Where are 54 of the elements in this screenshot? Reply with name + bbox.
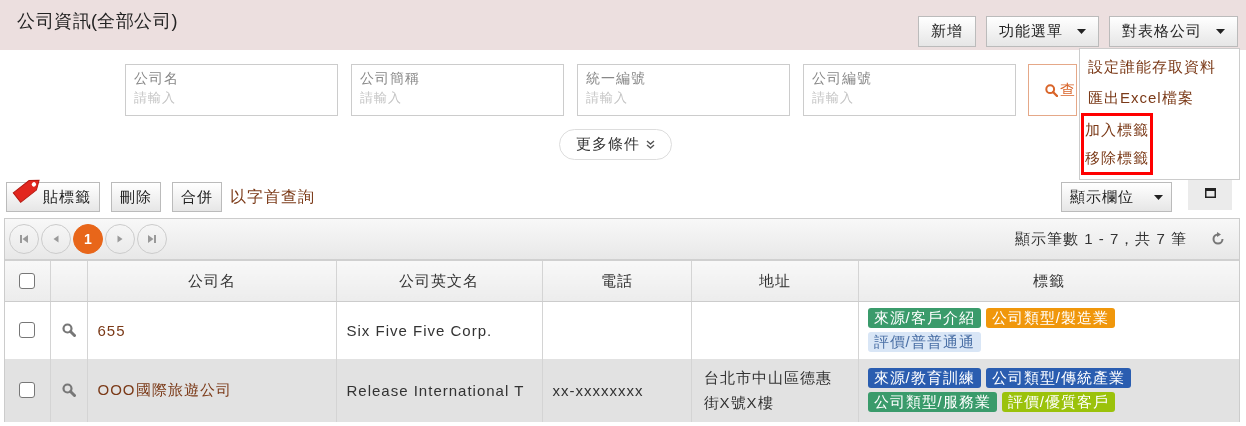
tag: 來源/教育訓練 <box>867 368 981 388</box>
search-icon[interactable] <box>61 323 76 338</box>
search-icon[interactable] <box>61 383 76 397</box>
dropdown-button[interactable]: 對表格公司 <box>1109 16 1238 47</box>
tag: 來源/客戶介紹 <box>867 308 981 329</box>
tag-button[interactable]: 貼標籤 <box>6 182 100 212</box>
menu-item[interactable]: 加入標籤 <box>1081 113 1153 144</box>
caret-icon <box>1216 29 1225 34</box>
column-header: 公司名 <box>187 271 236 289</box>
chevrons-down-icon <box>646 140 655 149</box>
columns-dropdown-button[interactable]: 顯示欄位 <box>1061 182 1172 212</box>
last-page-icon <box>147 234 157 244</box>
column-header: 標籤 <box>1032 271 1065 289</box>
table-cell: Six Five Five Corp. <box>346 321 493 339</box>
add-button[interactable]: 新增 <box>918 16 976 47</box>
record-count: 顯示筆數 1 - 7，共 7 筆 <box>1015 229 1187 249</box>
tag: 公司類型/服務業 <box>867 392 997 412</box>
menu-item[interactable]: 移除標籤 <box>1081 144 1153 175</box>
page-title: 公司資訊(全部公司) <box>17 10 179 33</box>
initial-search-link[interactable]: 以字首查詢 <box>230 186 315 208</box>
company-name-link[interactable]: 655 <box>97 321 126 339</box>
field-label: 公司簡稱 <box>360 70 421 88</box>
window-icon <box>1204 188 1216 198</box>
tag: 公司類型/傳統產業 <box>985 368 1131 388</box>
column-header: 公司英文名 <box>399 271 479 289</box>
column-header: 電話 <box>600 271 633 289</box>
checkbox[interactable] <box>19 382 36 398</box>
table-cell: Release International T <box>346 381 525 399</box>
refresh-icon[interactable] <box>1211 232 1225 246</box>
company-name-link[interactable]: OOO國際旅遊公司 <box>97 380 232 398</box>
dropdown-button[interactable]: 功能選單 <box>986 16 1099 47</box>
first-page-icon <box>19 234 29 244</box>
tag: 評價/普普通通 <box>867 332 981 353</box>
field-label: 公司名 <box>134 70 180 88</box>
more-conditions-button[interactable]: 更多條件 <box>559 129 672 160</box>
next-page-icon <box>115 234 125 244</box>
menu-item[interactable]: 匯出Excel檔案 <box>1081 82 1201 113</box>
previous-page-icon <box>51 234 61 244</box>
checkbox[interactable] <box>19 273 36 289</box>
search-button[interactable]: 查 <box>1028 64 1077 116</box>
tag: 評價/優質客戶 <box>1001 392 1115 412</box>
tag: 公司類型/製造業 <box>985 308 1115 329</box>
field-label: 公司編號 <box>812 70 873 88</box>
caret-icon <box>1154 194 1163 200</box>
toolbar-button[interactable]: 刪除 <box>111 182 161 212</box>
table-cell-text: 台北市中山區德惠街X號X樓 <box>703 368 833 413</box>
toolbar-button[interactable]: 合併 <box>172 182 222 212</box>
search-icon <box>1045 83 1058 97</box>
field-label: 統一編號 <box>586 70 647 88</box>
menu-item[interactable]: 設定誰能存取資料 <box>1081 51 1223 82</box>
table-cell: xx-xxxxxxxx <box>552 381 644 399</box>
caret-icon <box>1077 29 1086 34</box>
checkbox[interactable] <box>19 322 36 339</box>
column-header: 地址 <box>758 271 791 289</box>
